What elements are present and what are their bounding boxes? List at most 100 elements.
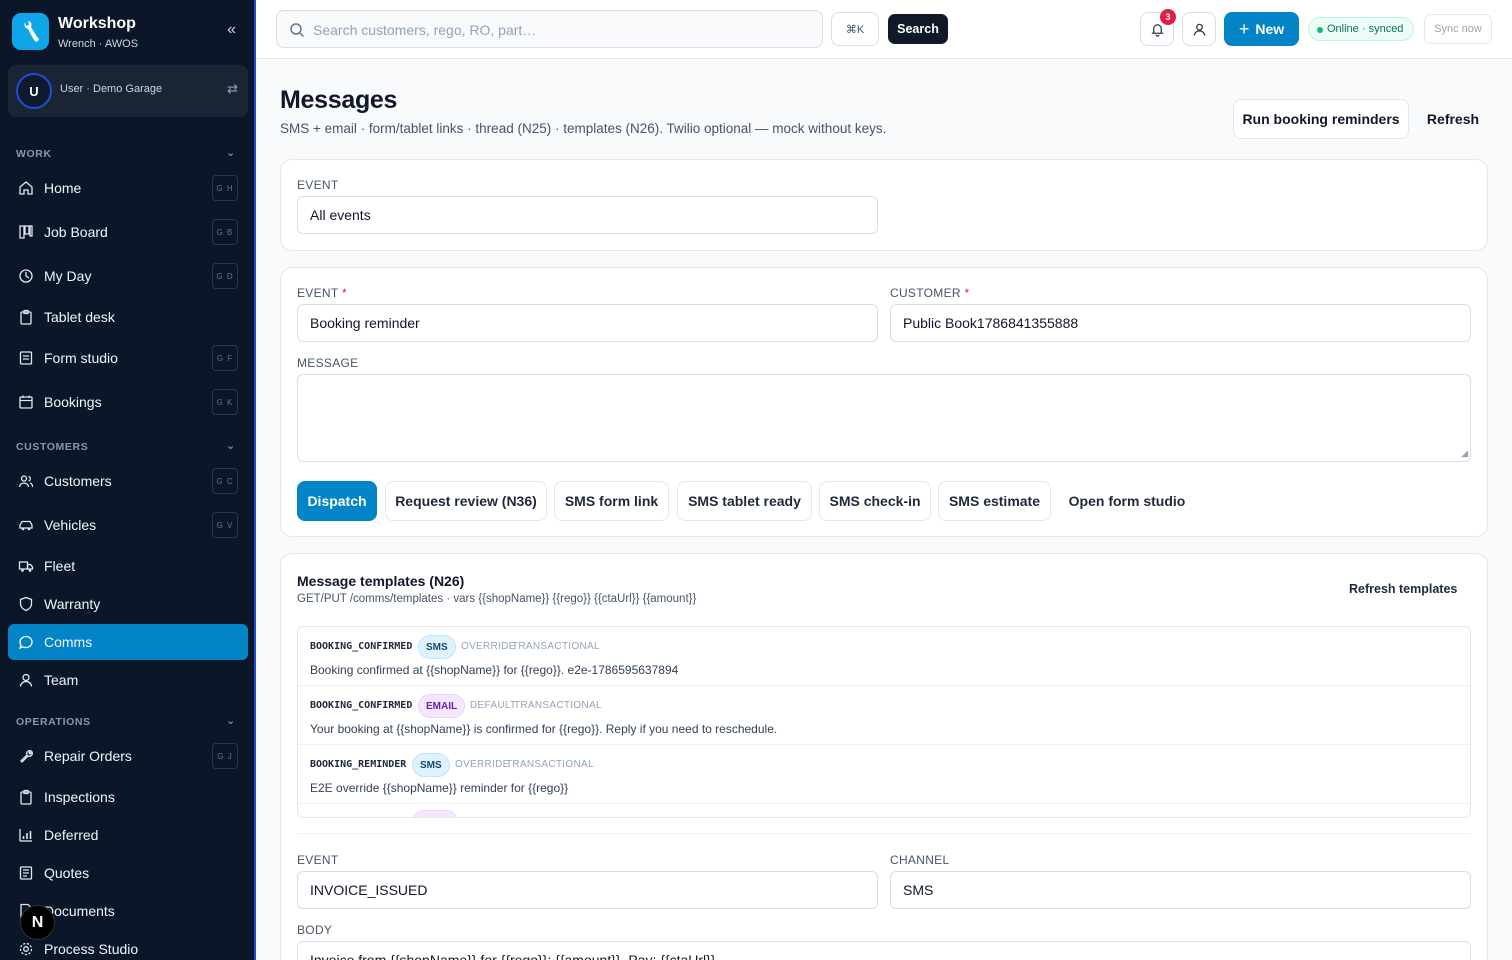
sidebar-item-label: Fleet xyxy=(44,558,76,574)
template-list[interactable]: BOOKING_CONFIRMED SMS OVERRIDE TRANSACTI… xyxy=(297,626,1471,818)
sidebar-item-fleet[interactable]: Fleet xyxy=(8,548,248,584)
sidebar-item-label: My Day xyxy=(44,268,92,284)
shortcut-hint: G K xyxy=(212,389,238,415)
search-button[interactable]: Search xyxy=(888,14,948,44)
template-source: OVERRIDE xyxy=(461,641,516,652)
template-code: BOOKING_REMINDER xyxy=(310,759,407,770)
dev-tools-badge[interactable]: N xyxy=(20,905,55,940)
shortcut-hint: G F xyxy=(212,345,238,371)
sidebar-item-my-day[interactable]: My Day G D xyxy=(8,258,248,294)
channel-chip: SMS xyxy=(412,753,450,777)
sidebar-item-deferred[interactable]: Deferred xyxy=(8,817,248,853)
sidebar-item-inspections[interactable]: Inspections xyxy=(8,779,248,815)
customer-select[interactable]: Public Book1786841355888 xyxy=(890,304,1471,342)
section-customers[interactable]: CUSTOMERS ⌄ xyxy=(16,440,235,453)
sidebar-item-label: Bookings xyxy=(44,394,102,410)
chevron-down-icon: ⌄ xyxy=(226,440,236,452)
sms-checkin-button[interactable]: SMS check-in xyxy=(819,481,931,521)
section-label: WORK xyxy=(16,148,52,160)
sidebar-item-quotes[interactable]: Quotes xyxy=(8,855,248,891)
new-button[interactable]: + New xyxy=(1224,12,1299,46)
refresh-templates-button[interactable]: Refresh templates xyxy=(1349,582,1457,596)
clipboard-icon xyxy=(18,789,34,805)
sidebar-item-customers[interactable]: Customers G C xyxy=(8,463,248,499)
sidebar-item-team[interactable]: Team xyxy=(8,662,248,698)
sidebar-item-form-studio[interactable]: Form studio G F xyxy=(8,340,248,376)
template-event-input[interactable]: INVOICE_ISSUED xyxy=(297,871,878,909)
message-icon xyxy=(18,634,34,650)
templates-title: Message templates (N26) xyxy=(297,573,465,589)
sidebar-item-warranty[interactable]: Warranty xyxy=(8,586,248,622)
template-body-textarea[interactable]: Invoice from {{shopName}} for {{rego}}: … xyxy=(297,941,1471,960)
plus-icon: + xyxy=(1238,18,1250,39)
new-button-label: New xyxy=(1255,21,1285,37)
request-review-button[interactable]: Request review (N36) xyxy=(385,481,547,521)
template-source: DEFAULT xyxy=(470,700,517,711)
command-palette-button[interactable]: ⌘K xyxy=(831,12,879,46)
template-row[interactable]: BOOKING_CONFIRMED EMAIL DEFAULT TRANSACT… xyxy=(298,686,1470,745)
required-mark: * xyxy=(964,286,970,300)
channel-chip: EMAIL xyxy=(418,694,466,718)
sidebar-item-label: Job Board xyxy=(44,224,108,240)
run-booking-reminders-button[interactable]: Run booking reminders xyxy=(1233,99,1409,139)
channel-chip: SMS xyxy=(418,635,456,659)
section-work[interactable]: WORK ⌄ xyxy=(16,147,235,160)
form-icon xyxy=(18,350,34,366)
shortcut-hint: G V xyxy=(212,512,238,538)
sidebar-item-tablet-desk[interactable]: Tablet desk xyxy=(8,299,248,335)
sidebar-item-comms[interactable]: Comms xyxy=(8,624,248,660)
chart-icon xyxy=(18,827,34,843)
template-row-partial[interactable] xyxy=(298,804,1470,817)
sidebar-item-label: Vehicles xyxy=(44,517,97,533)
calendar-icon xyxy=(18,394,34,410)
template-body-label: BODY xyxy=(297,923,333,937)
search-icon xyxy=(290,23,305,38)
switch-icon[interactable]: ⇄ xyxy=(227,81,238,97)
shortcut-hint: G B xyxy=(212,219,238,245)
sidebar-item-label: Deferred xyxy=(44,827,99,843)
sidebar-item-vehicles[interactable]: Vehicles G V xyxy=(8,507,248,543)
sidebar-item-job-board[interactable]: Job Board G B xyxy=(8,214,248,250)
gear-icon xyxy=(18,941,34,957)
sidebar-item-home[interactable]: Home G H xyxy=(8,170,248,206)
avatar: U xyxy=(16,73,52,109)
message-textarea[interactable]: ◢ xyxy=(297,374,1471,462)
sms-estimate-button[interactable]: SMS estimate xyxy=(938,481,1051,521)
sidebar-item-label: Form studio xyxy=(44,350,118,366)
collapse-sidebar-icon[interactable]: « xyxy=(227,21,236,39)
resize-handle-icon[interactable]: ◢ xyxy=(1461,448,1468,459)
users-icon xyxy=(18,473,34,489)
sync-now-button[interactable]: Sync now xyxy=(1424,14,1492,44)
page-subtitle: SMS + email · form/tablet links · thread… xyxy=(280,121,887,136)
online-dot-icon xyxy=(1317,27,1323,33)
template-kind: TRANSACTIONAL xyxy=(506,759,594,770)
user-label: User · Demo Garage xyxy=(60,83,163,95)
template-code: BOOKING_CONFIRMED xyxy=(310,700,413,711)
event-select[interactable]: Booking reminder xyxy=(297,304,878,342)
template-row[interactable]: BOOKING_REMINDER SMS OVERRIDE TRANSACTIO… xyxy=(298,745,1470,804)
refresh-button[interactable]: Refresh xyxy=(1420,99,1486,139)
chevron-down-icon: ⌄ xyxy=(226,715,236,727)
customer-label-text: CUSTOMER xyxy=(890,286,961,300)
wrench-icon xyxy=(18,748,34,764)
sidebar-item-label: Quotes xyxy=(44,865,90,881)
brand[interactable]: Workshop Wrench · AWOS « xyxy=(12,13,244,53)
sidebar-item-label: Home xyxy=(44,180,82,196)
sidebar-item-repair-orders[interactable]: Repair Orders G J xyxy=(8,738,248,774)
template-body: Your booking at {{shopName}} is confirme… xyxy=(310,722,778,736)
channel-chip xyxy=(412,810,458,817)
sms-tablet-ready-button[interactable]: SMS tablet ready xyxy=(677,481,812,521)
sidebar-item-label: Team xyxy=(44,672,79,688)
template-row[interactable]: BOOKING_CONFIRMED SMS OVERRIDE TRANSACTI… xyxy=(298,627,1470,686)
open-form-studio-button[interactable]: Open form studio xyxy=(1059,481,1195,521)
dispatch-button[interactable]: Dispatch xyxy=(297,481,377,521)
sidebar-item-bookings[interactable]: Bookings G K xyxy=(8,384,248,420)
user-switcher[interactable]: U User · Demo Garage ⇄ xyxy=(8,65,248,117)
template-channel-select[interactable]: SMS xyxy=(890,871,1471,909)
sms-form-link-button[interactable]: SMS form link xyxy=(554,481,669,521)
templates-card: Message templates (N26) GET/PUT /comms/t… xyxy=(280,553,1488,960)
section-operations[interactable]: OPERATIONS ⌄ xyxy=(16,715,235,728)
event-filter-select[interactable]: All events xyxy=(297,196,878,234)
search-input[interactable]: Search customers, rego, RO, part… xyxy=(276,10,823,48)
profile-button[interactable] xyxy=(1182,12,1216,46)
